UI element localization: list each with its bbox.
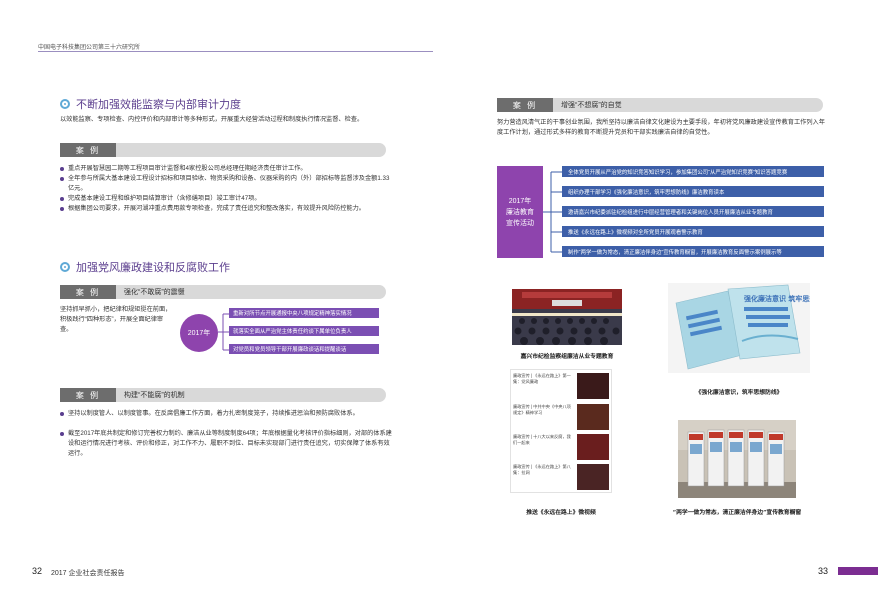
bracket-connector: [543, 171, 563, 253]
list-item: 全年参与所属大基本建设工程设计招标和项目验收、物资采购和设备、仪器采购的内（外）…: [60, 174, 392, 194]
case-label: 案 例: [60, 388, 116, 402]
footer-report-title: 2017 企业社会责任报告: [51, 570, 125, 577]
photo1-caption: 嘉兴市纪检监察组廉洁从业专题教育: [520, 354, 614, 360]
case2-bar: 案 例 构建“不能腐”的机制: [60, 388, 386, 402]
list-item: 完成基本建设工程和维护项目结算审计（含修缮项目）竣工审计47项。: [60, 194, 392, 204]
case1-item: 就落实全面从严治党主体责任约谈下属单位负责人: [229, 326, 379, 336]
book-title-text: 强化廉洁意识 筑牢思想防线: [744, 294, 810, 303]
exhibition-photo: [678, 420, 796, 498]
case1-item: 对党员和党员领导干部开展廉政谈话和提醒谈话: [229, 344, 379, 354]
right-case-title: 增强“不想腐”的自觉: [561, 102, 622, 109]
case-label: 案 例: [60, 285, 116, 299]
education-item: 推送《永远在路上》微视频对全所党员开展观看警示教育: [562, 226, 824, 237]
section1-case-bar: 案 例: [60, 143, 386, 157]
education-item: 邀请嘉兴市纪委派驻纪检组进行中层经营管理者和关键岗位人员开展廉洁从业专题教育: [562, 206, 824, 217]
photo4-caption: “两学一做为常态，清正廉洁伴身边”宣传教育橱窗: [672, 510, 802, 516]
phone-list-item: 廉政宣传 | 十八大以来反腐，我们一起来: [513, 434, 571, 445]
header-org-name: 中国电子科技集团公司第三十六研究所: [38, 45, 141, 51]
section1-bullet-list: 重点开展智慧园二期等工程项目审计监督和4家控股公司总经理任期经济责任审计工作。 …: [60, 164, 392, 214]
section2-title: 加强党风廉政建设和反腐败工作: [60, 259, 230, 275]
wechat-screen-photo: 廉政宣传 | 《永远在路上》第一集：党风廉政 廉政宣传 | 中共中央《中央八项规…: [510, 369, 612, 493]
section1-intro: 以效能监察、专项检查、内控评价和内部审计等多种形式，开展重大经营活动过程和制度执…: [60, 116, 364, 123]
box-title-line: 廉洁教育: [506, 208, 534, 216]
education-activity-box: 2017年 廉洁教育 宣传活动: [497, 166, 543, 258]
list-item: 根据集团公司要求，开展河湖冲重点费用款专项检查，完成了责任追究和整改落实，有效提…: [60, 204, 392, 214]
case1-item: 重新对所节点开展通报中央八项规定精神落实情况: [229, 308, 379, 318]
education-item: 制作“两学一做为常态，清正廉洁伴身边”宣传教育橱窗，开展廉洁教育反面警示案例展示…: [562, 246, 824, 257]
section1-title: 不断加强效能监察与内部审计力度: [60, 96, 241, 112]
conference-photo: [512, 289, 622, 345]
page-number-right: 33: [818, 566, 829, 576]
year-circle: 2017年: [180, 314, 218, 352]
education-item: 组织办理干部学习《强化廉洁意识，筑牢思想防线》廉洁教育读本: [562, 186, 824, 197]
phone-list-item: 廉政宣传 | 《永远在路上》第八集：拉网: [513, 464, 571, 475]
page-number-left: 32: [32, 566, 43, 576]
case1-text: 坚持抓早抓小，把纪律和规矩挺在前面，积极践行“四种形态”，开展全面纪律审查。: [60, 306, 172, 333]
list-item: 重点开展智慧园二期等工程项目审计监督和4家控股公司总经理任期经济责任审计工作。: [60, 164, 392, 174]
booklets-photo: 强化廉洁意识 筑牢思想防线: [668, 283, 810, 373]
education-item: 全体党员开展从严治党的知识竞答知识学习，参加集团公司“从严治党知识竞赛”知识答题…: [562, 166, 824, 177]
case-label: 案 例: [60, 143, 116, 157]
video-thumbnail: [577, 404, 609, 430]
section2-bullet-list: 坚持以制度管人、以制度管事。在反腐倡廉工作方面，着力扎密制度笼子，持续推进惩治和…: [60, 409, 395, 459]
section2-title-text: 加强党风廉政建设和反腐败工作: [76, 262, 230, 274]
case2-title: 构建“不能腐”的机制: [124, 392, 185, 399]
section1-title-text: 不断加强效能监察与内部审计力度: [76, 99, 241, 111]
section-bullet-icon: [60, 262, 70, 272]
list-item: 坚持以制度管人、以制度管事。在反腐倡廉工作方面，着力扎密制度笼子，持续推进惩治和…: [60, 409, 395, 419]
list-item: 截至2017年底共制定和修订完善权力制约、廉洁从业等制度制度64项；年底根据量化…: [60, 429, 395, 459]
phone-list-item: 廉政宣传 | 中共中央《中央八项规定》精神学习: [513, 404, 571, 415]
video-thumbnail: [577, 464, 609, 490]
right-intro: 努力营造风清气正的干事创业氛围，我所坚持以廉洁自律文化建设为主要手段，年初将党风…: [497, 119, 825, 136]
right-case-bar: 案 例 增强“不想腐”的自觉: [497, 98, 823, 112]
footer-accent-bar: [838, 567, 878, 575]
photo2-caption: 《强化廉洁意识，筑牢思想防线》: [695, 390, 783, 396]
section-bullet-icon: [60, 99, 70, 109]
video-thumbnail: [577, 373, 609, 399]
box-title-line: 宣传活动: [506, 219, 534, 227]
bracket-connector: [218, 313, 229, 351]
video-thumbnail: [577, 434, 609, 460]
case1-bar: 案 例 强化“不敢腐”的震慑: [60, 285, 386, 299]
phone-list-item: 廉政宣传 | 《永远在路上》第一集：党风廉政: [513, 373, 571, 384]
header-divider: [38, 51, 433, 52]
photo3-caption: 推送《永远在路上》微视频: [526, 510, 596, 516]
case1-title: 强化“不敢腐”的震慑: [124, 289, 185, 296]
box-title-line: 2017年: [508, 197, 532, 205]
case-label: 案 例: [497, 98, 553, 112]
